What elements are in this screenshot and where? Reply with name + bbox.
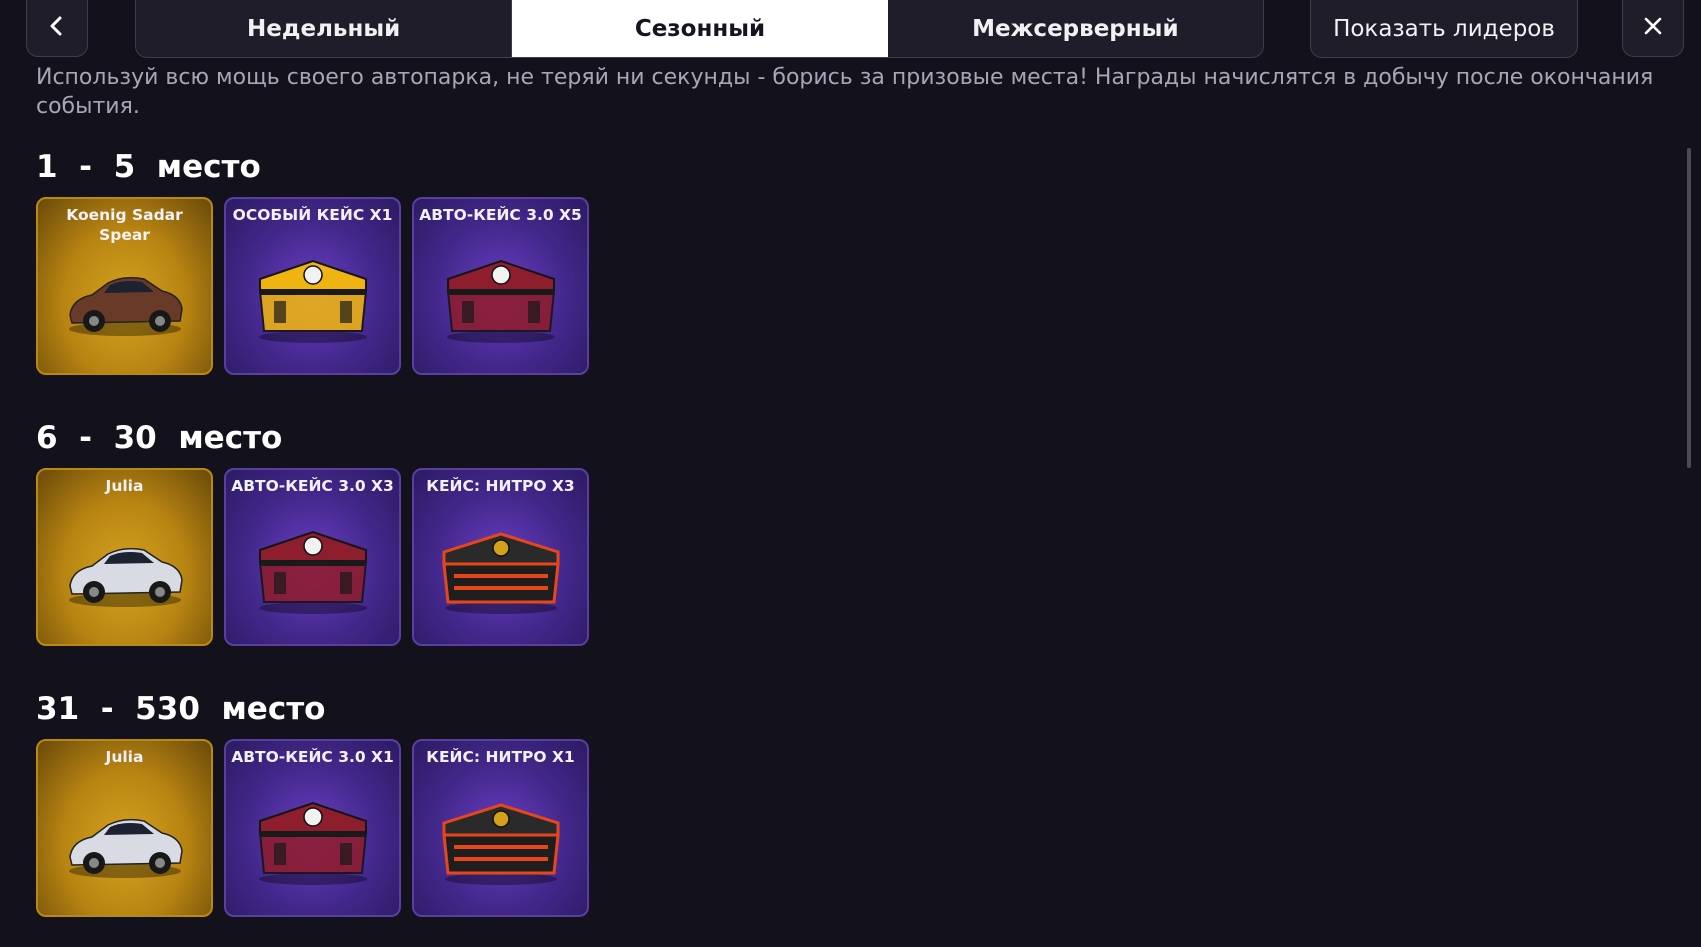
auto-case-icon bbox=[246, 516, 380, 618]
nitro-case-icon bbox=[434, 516, 568, 618]
tier-title: 1 - 5 место bbox=[36, 149, 261, 185]
reward-card[interactable]: АВТО-КЕЙС 3.0 X1 bbox=[224, 739, 401, 917]
reward-label: КЕЙС: НИТРО X3 bbox=[426, 477, 575, 495]
reward-card[interactable]: АВТО-КЕЙС 3.0 X5 bbox=[412, 197, 589, 375]
auto-case-icon bbox=[434, 245, 568, 347]
reward-card[interactable]: КЕЙС: НИТРО X3 bbox=[412, 468, 589, 646]
reward-label: Koenig Sadar Spear bbox=[66, 206, 183, 244]
reward-card[interactable]: АВТО-КЕЙС 3.0 X3 bbox=[224, 468, 401, 646]
close-button[interactable] bbox=[1622, 0, 1684, 57]
tab-weekly[interactable]: Недельный bbox=[136, 0, 511, 57]
tier-title: 31 - 530 место bbox=[36, 691, 326, 727]
special-case-icon bbox=[246, 245, 380, 347]
tier-title: 6 - 30 место bbox=[36, 420, 283, 456]
reward-label: КЕЙС: НИТРО X1 bbox=[426, 748, 575, 766]
reward-tier: 31 - 530 место Julia АВТО-КЕЙС 3.0 X1 КЕ… bbox=[36, 689, 589, 917]
show-leaders-button[interactable]: Показать лидеров bbox=[1310, 0, 1578, 58]
reward-card[interactable]: КЕЙС: НИТРО X1 bbox=[412, 739, 589, 917]
reward-label: Julia bbox=[105, 748, 144, 766]
tab-seasonal[interactable]: Сезонный bbox=[511, 0, 888, 57]
reward-label: Julia bbox=[105, 477, 144, 495]
tab-cross-server[interactable]: Межсерверный bbox=[888, 0, 1263, 57]
reward-label: АВТО-КЕЙС 3.0 X3 bbox=[231, 477, 394, 495]
reward-card[interactable]: ОСОБЫЙ КЕЙС X1 bbox=[224, 197, 401, 375]
reward-label: АВТО-КЕЙС 3.0 X5 bbox=[419, 206, 582, 224]
auto-case-icon bbox=[246, 787, 380, 889]
event-description: Используй всю мощь своего автопарка, не … bbox=[36, 65, 1654, 119]
reward-label: ОСОБЫЙ КЕЙС X1 bbox=[232, 206, 393, 224]
period-tabs: Недельный Сезонный Межсерверный bbox=[135, 0, 1264, 58]
reward-card[interactable]: Julia bbox=[36, 468, 213, 646]
car-icon bbox=[58, 516, 192, 618]
nitro-case-icon bbox=[434, 787, 568, 889]
reward-card[interactable]: Julia bbox=[36, 739, 213, 917]
close-icon bbox=[1643, 16, 1663, 40]
scrollbar[interactable] bbox=[1687, 148, 1691, 468]
reward-tier: 6 - 30 место Julia АВТО-КЕЙС 3.0 X3 КЕЙС… bbox=[36, 418, 589, 646]
reward-card[interactable]: Koenig Sadar Spear bbox=[36, 197, 213, 375]
back-button[interactable] bbox=[26, 0, 88, 57]
chevron-left-icon bbox=[46, 15, 68, 41]
reward-tier: 1 - 5 место Koenig Sadar Spear ОСОБЫЙ КЕ… bbox=[36, 147, 589, 375]
reward-label: АВТО-КЕЙС 3.0 X1 bbox=[231, 748, 394, 766]
car-icon bbox=[58, 245, 192, 347]
car-icon bbox=[58, 787, 192, 889]
